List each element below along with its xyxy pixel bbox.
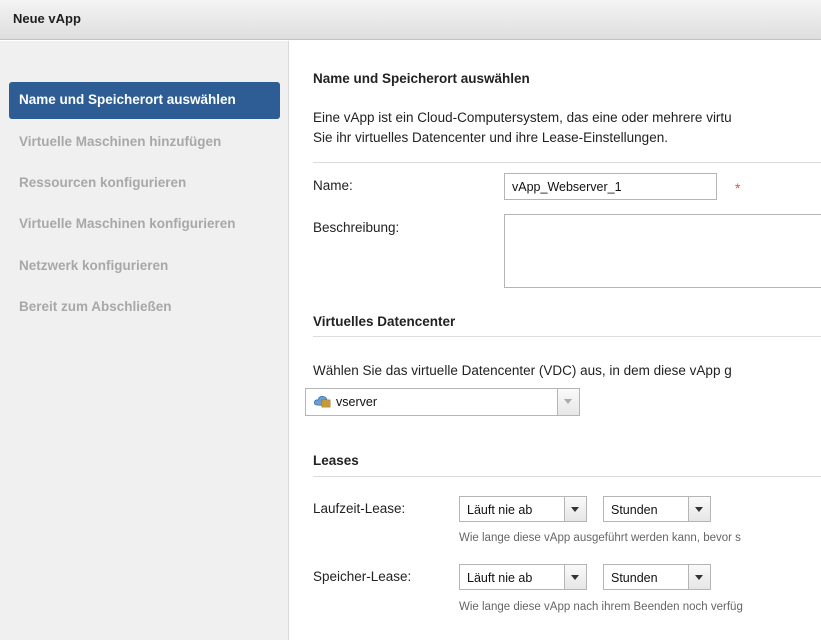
runtime-lease-label: Laufzeit-Lease: [313, 501, 406, 516]
window-title: Neue vApp [13, 11, 81, 26]
vdc-heading: Virtuelles Datencenter [313, 314, 456, 329]
intro-text-line2: Sie ihr virtuelles Datencenter und ihre … [313, 130, 668, 145]
runtime-lease-select[interactable]: Läuft nie ab [459, 496, 587, 522]
required-star-icon: * [735, 180, 741, 196]
runtime-lease-unit: Stunden [611, 503, 658, 517]
storage-lease-unit: Stunden [611, 571, 658, 585]
sidebar-item-add-vms[interactable]: Virtuelle Maschinen hinzufügen [19, 134, 221, 149]
chevron-down-icon[interactable] [564, 497, 586, 521]
sidebar-item-configure-resources[interactable]: Ressourcen konfigurieren [19, 175, 186, 190]
runtime-lease-hint: Wie lange diese vApp ausgeführt werden k… [459, 532, 741, 544]
chevron-down-icon[interactable] [564, 565, 586, 589]
wizard-content: Name und Speicherort auswählen Eine vApp… [289, 41, 821, 640]
runtime-lease-unit-select[interactable]: Stunden [603, 496, 711, 522]
intro-text-line1: Eine vApp ist ein Cloud-Computersystem, … [313, 110, 732, 125]
divider [313, 476, 821, 477]
sidebar-item-configure-network[interactable]: Netzwerk konfigurieren [19, 258, 168, 273]
divider [313, 162, 821, 163]
chevron-down-icon[interactable] [688, 497, 710, 521]
cloud-datacenter-icon [314, 396, 331, 408]
page-heading: Name und Speicherort auswählen [313, 71, 530, 86]
divider [313, 336, 821, 337]
sidebar-item-name-location[interactable]: Name und Speicherort auswählen [9, 82, 280, 119]
sidebar-item-ready-to-complete[interactable]: Bereit zum Abschließen [19, 299, 172, 314]
chevron-down-icon[interactable] [688, 565, 710, 589]
leases-heading: Leases [313, 453, 359, 468]
chevron-down-icon[interactable] [557, 389, 579, 415]
storage-lease-value: Läuft nie ab [467, 571, 533, 585]
storage-lease-label: Speicher-Lease: [313, 569, 412, 584]
storage-lease-unit-select[interactable]: Stunden [603, 564, 711, 590]
vdc-select[interactable]: vserver [305, 388, 580, 416]
runtime-lease-value: Läuft nie ab [467, 503, 533, 517]
description-label: Beschreibung: [313, 220, 400, 235]
storage-lease-hint: Wie lange diese vApp nach ihrem Beenden … [459, 601, 743, 613]
name-input[interactable]: vApp_Webserver_1 [504, 173, 717, 200]
wizard-sidebar: Name und Speicherort auswählen Virtuelle… [0, 41, 289, 640]
name-label: Name: [313, 178, 353, 193]
storage-lease-select[interactable]: Läuft nie ab [459, 564, 587, 590]
vdc-description: Wählen Sie das virtuelle Datencenter (VD… [313, 363, 732, 378]
vdc-selected-value: vserver [336, 395, 377, 409]
sidebar-item-configure-vms[interactable]: Virtuelle Maschinen konfigurieren [19, 216, 236, 231]
name-input-value: vApp_Webserver_1 [512, 180, 622, 194]
description-textarea[interactable] [504, 214, 821, 288]
title-bar: Neue vApp [0, 0, 821, 40]
